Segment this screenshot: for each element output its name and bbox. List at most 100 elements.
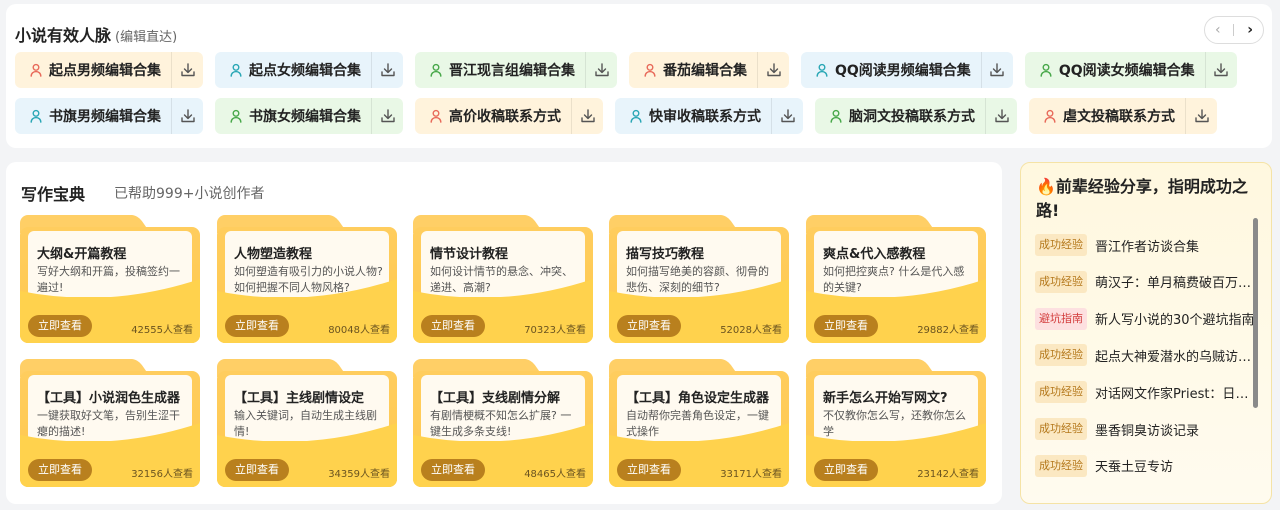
experience-link[interactable]: 对话网文作家Priest：日常...	[1095, 383, 1255, 402]
contact-chip-label: 起点女频编辑合集	[249, 63, 361, 79]
guide-card[interactable]: 【工具】主线剧情设定 输入关键词，自动生成主线剧情! 立即查看 34359人查看	[217, 359, 397, 487]
contact-chip-main[interactable]: 快审收稿联系方式	[615, 98, 771, 134]
contact-chip-main[interactable]: 书旗女频编辑合集	[215, 98, 371, 134]
contact-chip-main[interactable]: QQ阅读女频编辑合集	[1025, 52, 1205, 88]
contact-chip-label: 晋江现言组编辑合集	[449, 63, 575, 79]
person-icon	[1043, 109, 1057, 123]
view-now-button[interactable]: 立即查看	[814, 459, 878, 481]
download-icon[interactable]	[171, 52, 203, 88]
guide-card[interactable]: 情节设计教程 如何设计情节的悬念、冲突、递进、高潮? 立即查看 70323人查看	[413, 215, 593, 343]
guide-card-desc: 有剧情梗概不知怎么扩展? 一键生成多条支线!	[430, 409, 572, 438]
download-icon[interactable]	[985, 98, 1017, 134]
contact-chip[interactable]: 高价收稿联系方式	[415, 98, 603, 134]
experience-badge: 成功经验	[1035, 234, 1087, 256]
guide-card[interactable]: 爽点&代入感教程 如何把控爽点? 什么是代入感的关键? 立即查看 29882人查看	[806, 215, 986, 343]
view-now-button[interactable]: 立即查看	[28, 315, 92, 337]
view-now-button[interactable]: 立即查看	[421, 459, 485, 481]
guide-card[interactable]: 【工具】支线剧情分解 有剧情梗概不知怎么扩展? 一键生成多条支线! 立即查看 4846…	[413, 359, 593, 487]
experience-badge: 成功经验	[1035, 270, 1087, 293]
experience-title: 🔥前辈经验分享，指明成功之路!	[1036, 177, 1248, 220]
section-title: 小说有效人脉 (编辑直达)	[15, 22, 177, 46]
guide-card-title: 大纲&开篇教程	[37, 247, 127, 262]
view-count: 80048人查看	[328, 325, 390, 336]
person-icon	[629, 109, 643, 123]
experience-link[interactable]: 起点大神爱潜水的乌贼访谈...	[1095, 346, 1255, 365]
download-icon[interactable]	[1204, 52, 1237, 88]
experience-item[interactable]: 成功经验 晋江作者访谈合集	[1035, 234, 1199, 256]
next-arrow-icon[interactable]: ›	[1240, 22, 1260, 38]
guide-card-title: 【工具】支线剧情分解	[430, 391, 561, 406]
download-icon[interactable]	[1185, 98, 1217, 134]
experience-link[interactable]: 天蚕土豆专访	[1095, 456, 1173, 475]
guide-card-title: 新手怎么开始写网文?	[823, 391, 948, 406]
scrollbar[interactable]	[1253, 218, 1258, 408]
contact-chip-main[interactable]: 番茄编辑合集	[629, 52, 757, 88]
contact-chip[interactable]: 脑洞文投稿联系方式	[815, 98, 1017, 134]
contact-chip-main[interactable]: 脑洞文投稿联系方式	[815, 98, 985, 134]
contact-chip[interactable]: QQ阅读男频编辑合集	[801, 52, 1013, 88]
contact-chip-main[interactable]: 高价收稿联系方式	[415, 98, 571, 134]
contact-chip[interactable]: QQ阅读女频编辑合集	[1024, 52, 1237, 88]
view-now-button[interactable]: 立即查看	[28, 459, 92, 481]
experience-link[interactable]: 新人写小说的30个避坑指南	[1095, 309, 1255, 328]
download-icon[interactable]	[771, 98, 803, 134]
contact-chip[interactable]: 书旗女频编辑合集	[215, 98, 403, 134]
view-now-button[interactable]: 立即查看	[225, 315, 289, 337]
view-now-button[interactable]: 立即查看	[421, 315, 485, 337]
contact-chip[interactable]: 起点女频编辑合集	[215, 52, 403, 88]
contact-chip-main[interactable]: 起点男频编辑合集	[15, 52, 171, 88]
person-icon	[229, 109, 243, 123]
guide-card[interactable]: 【工具】小说润色生成器 一键获取好文笔，告别生涩干瘪的描述! 立即查看 32156人查…	[20, 359, 200, 487]
contact-chip[interactable]: 虐文投稿联系方式	[1029, 98, 1217, 134]
prev-arrow-icon[interactable]: ‹	[1208, 22, 1228, 38]
view-count: 52028人查看	[720, 325, 782, 336]
contact-chip-main[interactable]: 书旗男频编辑合集	[15, 98, 171, 134]
experience-link[interactable]: 晋江作者访谈合集	[1095, 236, 1199, 255]
contact-chip[interactable]: 番茄编辑合集	[629, 52, 789, 88]
contact-chip-label: 快审收稿联系方式	[649, 109, 761, 125]
view-count: 33171人查看	[720, 469, 782, 480]
contact-chip[interactable]: 晋江现言组编辑合集	[415, 52, 617, 88]
download-icon[interactable]	[371, 52, 403, 88]
contact-chip-label: QQ阅读男频编辑合集	[835, 63, 971, 79]
guide-card[interactable]: 新手怎么开始写网文? 不仅教你怎么写，还教你怎么学 立即查看 23142人查看	[806, 359, 986, 487]
experience-link[interactable]: 萌汉子：单月稿费破百万，...	[1095, 272, 1255, 291]
guide-card[interactable]: 【工具】角色设定生成器 自动帮你完善角色设定，一键式操作 立即查看 33171人查看	[609, 359, 789, 487]
contact-chip[interactable]: 起点男频编辑合集	[15, 52, 203, 88]
download-icon[interactable]	[171, 98, 203, 134]
person-icon	[1039, 63, 1053, 77]
download-icon[interactable]	[571, 98, 603, 134]
person-icon	[643, 63, 657, 77]
guide-card[interactable]: 大纲&开篇教程 写好大纲和开篇，投稿签约一遍过! 立即查看 42555人查看	[20, 215, 200, 343]
view-now-button[interactable]: 立即查看	[225, 459, 289, 481]
experience-item[interactable]: 成功经验 萌汉子：单月稿费破百万，...	[1035, 270, 1255, 293]
contact-chip[interactable]: 书旗男频编辑合集	[15, 98, 203, 134]
guide-card-desc: 如何设计情节的悬念、冲突、递进、高潮?	[430, 265, 573, 294]
view-now-button[interactable]: 立即查看	[617, 315, 681, 337]
experience-item[interactable]: 成功经验 对话网文作家Priest：日常...	[1035, 381, 1255, 404]
experience-link[interactable]: 墨香铜臭访谈记录	[1095, 420, 1199, 439]
download-icon[interactable]	[980, 52, 1013, 88]
experience-item[interactable]: 成功经验 墨香铜臭访谈记录	[1035, 418, 1199, 440]
person-icon	[229, 63, 243, 77]
contact-chip-main[interactable]: QQ阅读男频编辑合集	[801, 52, 981, 88]
guide-card[interactable]: 描写技巧教程 如何描写绝美的容颜、彻骨的悲伤、深刻的细节? 立即查看 52028人查看	[609, 215, 789, 343]
guide-card-desc: 自动帮你完善角色设定，一键式操作	[626, 409, 769, 438]
contact-chip-label: 起点男频编辑合集	[49, 63, 161, 79]
experience-item[interactable]: 成功经验 起点大神爱潜水的乌贼访谈...	[1035, 344, 1255, 367]
contact-chip-label: 番茄编辑合集	[663, 63, 747, 79]
download-icon[interactable]	[757, 52, 789, 88]
contact-chip[interactable]: 快审收稿联系方式	[615, 98, 803, 134]
contact-chip-main[interactable]: 虐文投稿联系方式	[1029, 98, 1185, 134]
contact-chip-main[interactable]: 晋江现言组编辑合集	[415, 52, 585, 88]
view-now-button[interactable]: 立即查看	[814, 315, 878, 337]
download-icon[interactable]	[585, 52, 617, 88]
guide-card[interactable]: 人物塑造教程 如何塑造有吸引力的小说人物? 如何把握不同人物风格? 立即查看 8004…	[217, 215, 397, 343]
experience-item[interactable]: 避坑指南 新人写小说的30个避坑指南	[1035, 307, 1255, 330]
experience-item[interactable]: 成功经验 天蚕土豆专访	[1035, 454, 1173, 477]
view-now-button[interactable]: 立即查看	[617, 459, 681, 481]
experience-badge: 成功经验	[1035, 418, 1087, 440]
download-icon[interactable]	[371, 98, 403, 134]
experience-panel: 🔥前辈经验分享，指明成功之路! 成功经验 晋江作者访谈合集 成功经验 萌汉子：单月稿费…	[1020, 162, 1272, 504]
contact-chip-main[interactable]: 起点女频编辑合集	[215, 52, 371, 88]
